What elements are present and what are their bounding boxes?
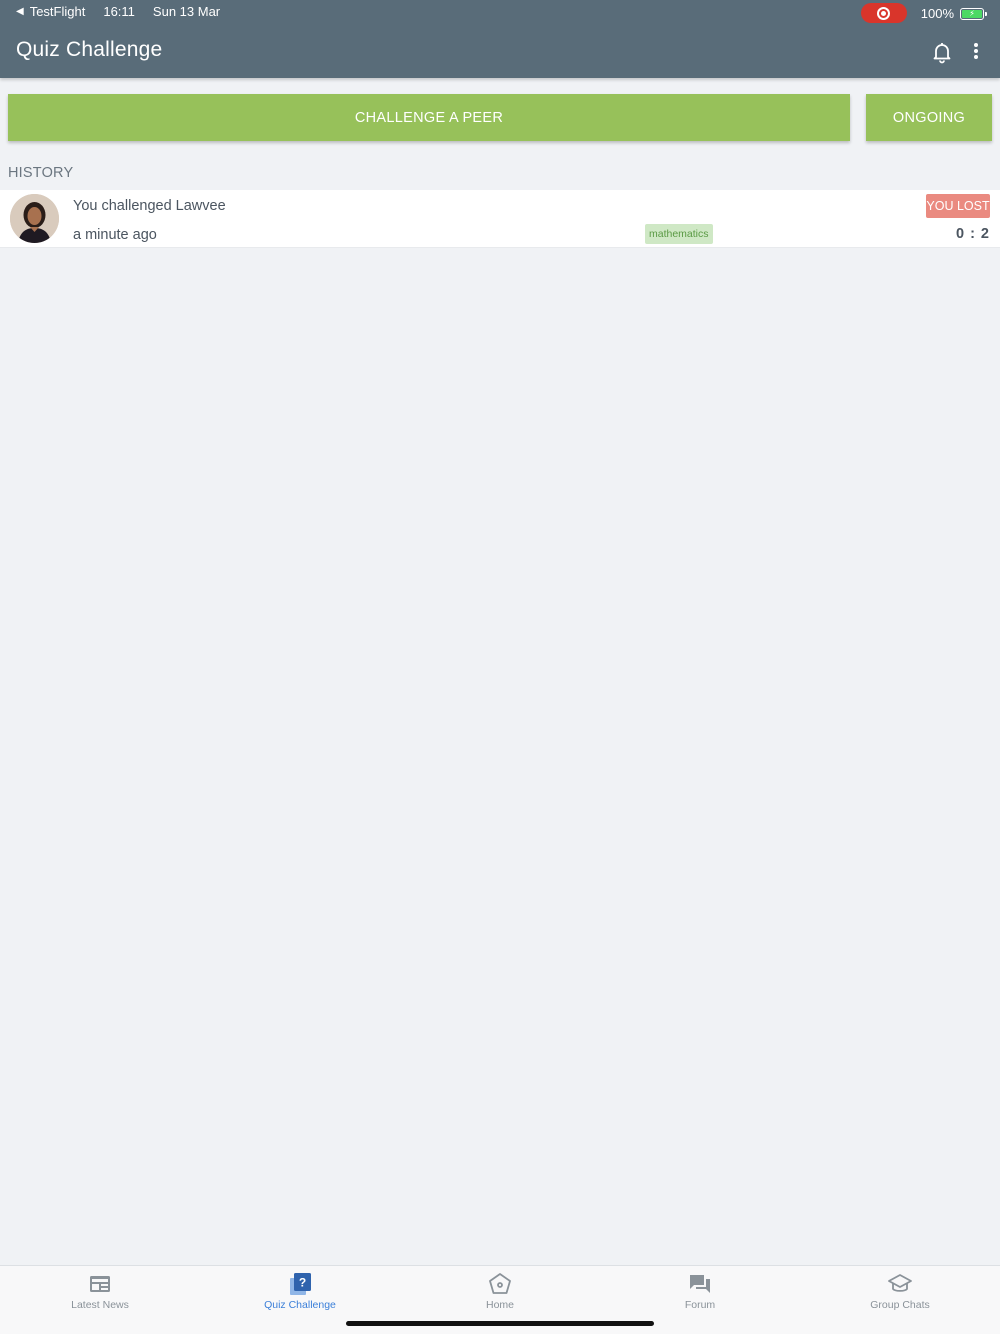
bell-icon bbox=[933, 43, 951, 64]
svg-text:?: ? bbox=[299, 1276, 306, 1290]
back-app-label: TestFlight bbox=[29, 4, 86, 19]
page-title: Quiz Challenge bbox=[16, 38, 163, 61]
ongoing-button[interactable]: ONGOING bbox=[866, 94, 992, 141]
back-arrow-icon: ◀ bbox=[16, 6, 24, 17]
avatar bbox=[10, 194, 59, 243]
graduation-cap-icon bbox=[888, 1274, 912, 1292]
more-vertical-icon bbox=[974, 43, 978, 59]
notifications-button[interactable] bbox=[930, 40, 954, 64]
record-icon bbox=[877, 6, 891, 20]
tab-label: Quiz Challenge bbox=[264, 1299, 336, 1311]
home-icon bbox=[489, 1273, 511, 1294]
battery-percent: 100% bbox=[920, 6, 954, 21]
history-section-label: HISTORY bbox=[8, 165, 74, 181]
tab-label: Forum bbox=[684, 1299, 716, 1311]
status-date: Sun 13 Mar bbox=[152, 4, 221, 19]
subject-tag: mathematics bbox=[645, 224, 713, 244]
home-indicator[interactable] bbox=[346, 1321, 654, 1326]
history-item-title: You challenged Lawvee bbox=[73, 198, 226, 214]
battery-icon: ⚡ bbox=[960, 7, 987, 20]
screen-recording-indicator[interactable] bbox=[860, 3, 907, 23]
newspaper-icon bbox=[90, 1276, 110, 1292]
tab-label: Group Chats bbox=[870, 1299, 930, 1311]
result-badge: YOU LOST bbox=[926, 194, 990, 218]
quiz-icon: ? bbox=[290, 1273, 311, 1295]
score: 0 : 2 bbox=[955, 226, 990, 242]
status-time: 16:11 bbox=[103, 4, 135, 19]
history-item-time: a minute ago bbox=[73, 227, 157, 243]
back-to-app[interactable]: ◀ TestFlight 16:11 Sun 13 Mar bbox=[16, 4, 220, 19]
status-bar: ◀ TestFlight 16:11 Sun 13 Mar 100% ⚡ bbox=[0, 0, 1000, 24]
tab-label: Home bbox=[485, 1299, 514, 1311]
tab-group-chats[interactable]: Group Chats bbox=[800, 1266, 1000, 1334]
history-item[interactable]: You challenged Lawvee a minute ago mathe… bbox=[0, 190, 1000, 248]
forum-icon bbox=[690, 1275, 710, 1293]
app-header: ◀ TestFlight 16:11 Sun 13 Mar 100% ⚡ Qui… bbox=[0, 0, 1000, 78]
tab-label: Latest News bbox=[71, 1299, 129, 1311]
tab-latest-news[interactable]: Latest News bbox=[0, 1266, 200, 1334]
challenge-peer-button[interactable]: CHALLENGE A PEER bbox=[8, 94, 850, 141]
more-options-button[interactable] bbox=[966, 40, 986, 64]
